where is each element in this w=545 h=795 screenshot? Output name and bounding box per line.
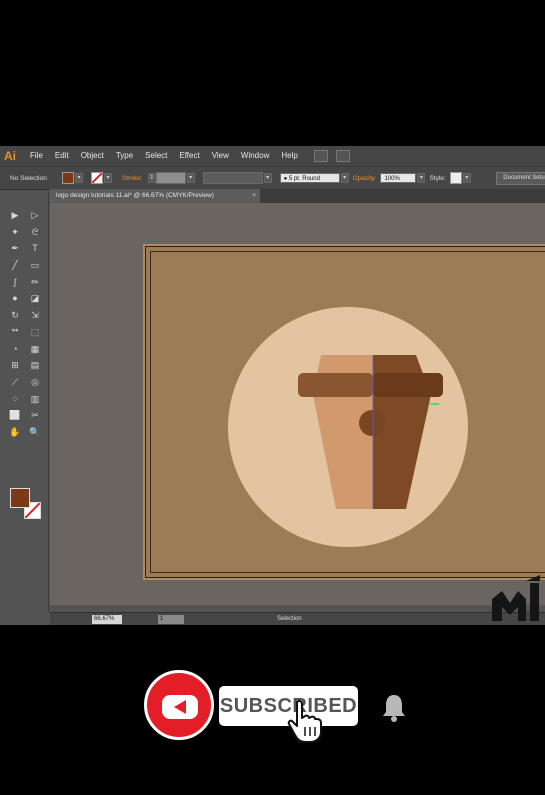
eraser-icon[interactable]: ◪: [29, 293, 41, 304]
opacity-label[interactable]: Opacity:: [353, 175, 377, 182]
brush-definition[interactable]: ● 5 pt. Round: [279, 173, 340, 183]
opacity-field[interactable]: 100%: [380, 173, 417, 183]
close-tab-icon[interactable]: ×: [252, 189, 256, 203]
brush-dropdown[interactable]: ▾: [340, 173, 349, 183]
menu-bar: Ai File Edit Object Type Select Effect V…: [0, 146, 545, 166]
shape-builder-icon[interactable]: ◔: [9, 344, 21, 355]
bridge-icon[interactable]: [313, 150, 328, 162]
free-transform-icon[interactable]: ⬚: [29, 327, 41, 338]
illustrator-window: Ai File Edit Object Type Select Effect V…: [0, 146, 545, 625]
direct-selection-tool-icon[interactable]: ▷: [29, 210, 41, 221]
pencil-icon[interactable]: ✏: [29, 277, 41, 288]
stroke-weight-stepper[interactable]: ⇕: [147, 173, 156, 183]
fill-swatch[interactable]: [62, 172, 74, 184]
menu-items: File Edit Object Type Select Effect View…: [24, 146, 304, 166]
fill-color-box[interactable]: [10, 488, 30, 508]
style-dropdown[interactable]: ▾: [462, 173, 471, 183]
cup-center-dot: [359, 410, 385, 436]
style-swatch[interactable]: [449, 172, 462, 184]
artboard[interactable]: [145, 246, 545, 578]
selection-state: No Selection: [10, 174, 47, 182]
menu-select[interactable]: Select: [139, 146, 173, 166]
blend-icon[interactable]: ◎: [29, 377, 41, 388]
artboard-tool-icon[interactable]: ⬜: [9, 410, 21, 421]
mesh-icon[interactable]: ⊞: [9, 360, 21, 371]
youtube-logo-icon[interactable]: [144, 670, 214, 740]
hand-cursor-icon: [287, 699, 322, 743]
paintbrush-icon[interactable]: ʃ: [9, 277, 21, 288]
stroke-dropdown[interactable]: ▾: [104, 173, 112, 183]
cup-lid-left: [298, 373, 373, 397]
menu-type[interactable]: Type: [110, 146, 139, 166]
slice-tool-icon[interactable]: ✂: [29, 410, 41, 421]
zoom-field[interactable]: 66.67%: [92, 615, 122, 624]
symbol-sprayer-icon[interactable]: ⁘: [9, 394, 21, 405]
brush-value: 5 pt. Round: [288, 176, 320, 182]
channel-watermark-logo: [492, 575, 540, 621]
stroke-swatch[interactable]: [91, 172, 103, 184]
document-tab-title: logo design tutorials 11.ai* @ 66.67% (C…: [56, 192, 214, 199]
menu-object[interactable]: Object: [75, 146, 110, 166]
perspective-grid-icon[interactable]: ▦: [29, 344, 41, 355]
menu-effect[interactable]: Effect: [173, 146, 205, 166]
status-text[interactable]: Selection: [277, 613, 302, 625]
canvas-area[interactable]: [50, 203, 545, 605]
stroke-weight-dropdown[interactable]: ▾: [186, 173, 195, 183]
style-label: Style:: [429, 174, 446, 182]
menu-edit[interactable]: Edit: [49, 146, 75, 166]
stroke-label[interactable]: Stroke:: [122, 175, 143, 182]
line-tool-icon[interactable]: ╱: [9, 260, 21, 271]
bell-icon[interactable]: [381, 693, 407, 723]
lasso-icon[interactable]: ᘓ: [29, 227, 41, 238]
tools-panel: ▶ ▷ ✦ ᘓ ✒ T ╱ ▭ ʃ ✏ ● ◪ ↻ ⇲ ᕯ ⬚ ◔ ▦ ⊞ ▤ ⟋ ◎ ⁘ ▥ ⬜ ✂ ✋ 🔍: [4, 192, 49, 612]
menu-help[interactable]: Help: [275, 146, 303, 166]
cup-lid-right: [373, 373, 443, 397]
app-logo: Ai: [4, 149, 16, 163]
menu-view[interactable]: View: [206, 146, 235, 166]
hand-tool-icon[interactable]: ✋: [9, 427, 21, 438]
document-setup-button[interactable]: Document Setup: [496, 172, 545, 185]
magic-wand-icon[interactable]: ✦: [9, 227, 21, 238]
zoom-tool-icon[interactable]: 🔍: [29, 427, 41, 438]
fill-dropdown[interactable]: ▾: [75, 173, 83, 183]
width-tool-icon[interactable]: ᕯ: [9, 327, 21, 338]
rectangle-tool-icon[interactable]: ▭: [29, 260, 41, 271]
pen-tool-icon[interactable]: ✒: [9, 243, 21, 254]
arrange-documents-icon[interactable]: [335, 150, 350, 162]
variable-width-profile[interactable]: [202, 172, 263, 184]
blob-brush-icon[interactable]: ●: [9, 293, 21, 304]
type-tool-icon[interactable]: T: [29, 243, 41, 254]
menu-file[interactable]: File: [24, 146, 49, 166]
menu-window[interactable]: Window: [235, 146, 275, 166]
scale-icon[interactable]: ⇲: [29, 310, 41, 321]
column-graph-icon[interactable]: ▥: [29, 394, 41, 405]
stroke-weight-field[interactable]: [155, 172, 186, 184]
status-bar: 66.67% 1 Selection: [50, 612, 545, 625]
selection-tool-icon[interactable]: ▶: [9, 210, 21, 221]
subscribe-overlay: SUBSCRIBED: [0, 660, 545, 760]
document-tab-bar: logo design tutorials 11.ai* @ 66.67% (C…: [50, 189, 545, 203]
control-bar: No Selection ▾ ▾ Stroke: ⇕ ▾ ▾ ● 5 pt. R…: [0, 166, 545, 190]
opacity-dropdown[interactable]: ▾: [417, 173, 426, 183]
eyedropper-icon[interactable]: ⟋: [9, 377, 21, 388]
document-tab[interactable]: logo design tutorials 11.ai* @ 66.67% (C…: [50, 189, 260, 203]
artwork[interactable]: [146, 247, 545, 577]
gradient-icon[interactable]: ▤: [29, 360, 41, 371]
page-field[interactable]: 1: [158, 615, 184, 624]
rotate-icon[interactable]: ↻: [9, 310, 21, 321]
variable-width-dropdown[interactable]: ▾: [263, 173, 272, 183]
